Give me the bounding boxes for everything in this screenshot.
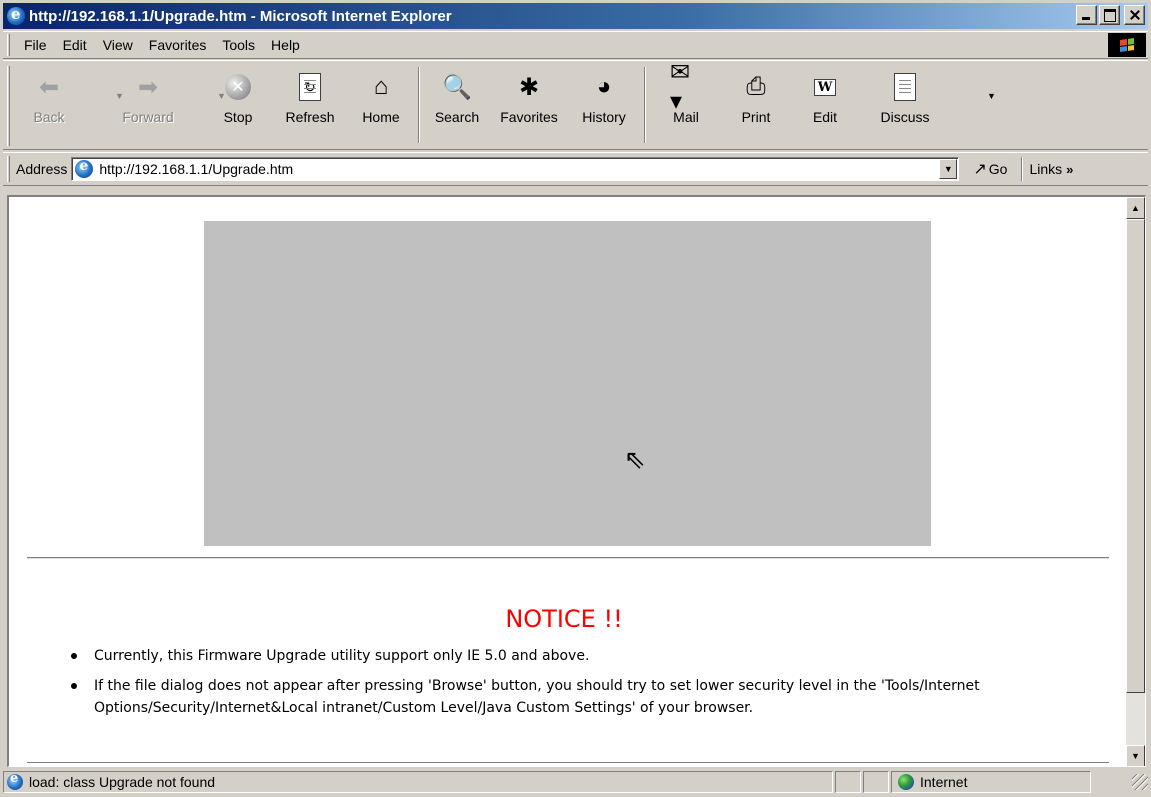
status-panel-security xyxy=(863,771,889,793)
horizontal-rule-bottom xyxy=(27,762,1109,764)
status-panel-progress xyxy=(835,771,861,793)
favorites-icon: ✱ xyxy=(518,73,540,101)
back-label: Back xyxy=(33,109,65,125)
notice-item: If the file dialog does not appear after… xyxy=(69,675,1109,719)
page-icon xyxy=(7,771,23,790)
links-label: Links xyxy=(1029,161,1063,177)
search-label: Search xyxy=(434,109,480,125)
stop-icon: ✕ xyxy=(222,71,254,103)
edit-label: Edit xyxy=(812,109,838,125)
toolbar-grip[interactable] xyxy=(7,66,10,146)
mouse-cursor-icon: ⇖ xyxy=(624,444,646,474)
search-button[interactable]: 🔍 Search xyxy=(426,61,488,126)
back-arrow-icon: ⬅ xyxy=(38,73,60,101)
minimize-button[interactable] xyxy=(1076,5,1097,25)
home-button[interactable]: ⌂ Home xyxy=(350,61,412,125)
print-label: Print xyxy=(741,109,771,125)
notice-list: Currently, this Firmware Upgrade utility… xyxy=(69,645,1109,727)
status-bar: load: class Upgrade not found Internet xyxy=(3,769,1148,795)
refresh-icon: ↻ xyxy=(294,71,326,103)
forward-arrow-icon: ➡ xyxy=(137,73,159,101)
mail-label: Mail xyxy=(673,109,699,125)
horizontal-rule xyxy=(27,557,1109,559)
edit-dropdown-icon[interactable]: ▼ xyxy=(987,91,996,101)
print-icon: ⎙ xyxy=(746,73,766,100)
go-button[interactable]: ↗ Go xyxy=(973,159,1007,179)
menu-tools[interactable]: Tools xyxy=(214,37,263,53)
page-icon xyxy=(75,158,94,178)
internet-globe-icon xyxy=(898,774,914,790)
title-bar[interactable]: http://192.168.1.1/Upgrade.htm - Microso… xyxy=(3,3,1148,29)
notice-heading: NOTICE !! xyxy=(505,605,623,633)
address-field[interactable]: ▼ xyxy=(71,157,960,181)
home-icon: ⌂ xyxy=(373,73,389,100)
history-label: History xyxy=(582,109,626,125)
menu-favorites[interactable]: Favorites xyxy=(141,37,215,53)
status-message-panel: load: class Upgrade not found xyxy=(3,771,833,793)
chevron-right-icon: » xyxy=(1066,161,1074,177)
status-message: load: class Upgrade not found xyxy=(29,774,216,790)
home-label: Home xyxy=(362,109,400,125)
print-button[interactable]: ⎙ Print xyxy=(720,61,792,125)
address-label: Address xyxy=(16,161,68,177)
standard-toolbar: ⬅ Back ▼ ➡ Forward ▼ ✕ Stop ↻ Refresh ⌂ … xyxy=(3,59,1148,150)
page-viewport[interactable]: ⇖ NOTICE !! Currently, this Firmware Upg… xyxy=(7,195,1146,767)
address-input[interactable] xyxy=(99,161,920,177)
links-button[interactable]: Links » xyxy=(1021,157,1073,181)
address-grip[interactable] xyxy=(7,156,10,182)
edit-button[interactable]: W Edit xyxy=(792,61,858,125)
notice-item: Currently, this Firmware Upgrade utility… xyxy=(69,645,1109,667)
browser-window: http://192.168.1.1/Upgrade.htm - Microso… xyxy=(0,0,1151,797)
stop-label: Stop xyxy=(223,109,253,125)
window-controls xyxy=(1074,5,1145,25)
edit-word-icon: W xyxy=(809,71,841,103)
menu-grip[interactable] xyxy=(7,34,10,56)
refresh-button[interactable]: ↻ Refresh xyxy=(270,61,350,125)
scroll-thumb[interactable] xyxy=(1126,219,1145,693)
maximize-button[interactable] xyxy=(1099,5,1120,25)
back-button[interactable]: ⬅ Back xyxy=(16,61,82,126)
mail-icon: ✉▾ xyxy=(670,59,691,115)
toolbar-separator xyxy=(418,67,420,143)
go-arrow-icon: ↗ xyxy=(973,161,987,178)
refresh-label: Refresh xyxy=(285,109,335,125)
address-dropdown-icon[interactable]: ▼ xyxy=(939,159,958,179)
windows-logo-icon xyxy=(1108,33,1146,57)
forward-button[interactable]: ➡ Forward xyxy=(100,61,196,126)
security-zone-panel[interactable]: Internet xyxy=(891,771,1091,793)
stop-button[interactable]: ✕ Stop xyxy=(210,61,266,125)
history-button[interactable]: ◕ History xyxy=(570,61,638,125)
toolbar-separator xyxy=(644,67,646,143)
java-applet-area[interactable]: ⇖ xyxy=(204,221,931,546)
close-button[interactable] xyxy=(1124,5,1145,25)
resize-grip[interactable] xyxy=(1132,774,1148,790)
menu-view[interactable]: View xyxy=(95,37,141,53)
vertical-scrollbar[interactable]: ▲ ▼ xyxy=(1126,197,1145,766)
menu-file[interactable]: File xyxy=(16,37,55,53)
scroll-down-button[interactable]: ▼ xyxy=(1126,745,1145,766)
favorites-button[interactable]: ✱ Favorites xyxy=(488,61,570,126)
menu-edit[interactable]: Edit xyxy=(55,37,95,53)
address-bar: Address ▼ ↗ Go Links » xyxy=(3,152,1148,186)
search-icon: 🔍 xyxy=(442,73,472,101)
window-title: http://192.168.1.1/Upgrade.htm - Microso… xyxy=(29,7,452,25)
ie-logo-icon[interactable] xyxy=(7,5,25,25)
favorites-label: Favorites xyxy=(500,109,558,125)
menu-bar: File Edit View Favorites Tools Help xyxy=(3,31,1148,59)
security-zone-label: Internet xyxy=(920,774,968,790)
discuss-label: Discuss xyxy=(880,109,930,125)
menu-help[interactable]: Help xyxy=(263,37,308,53)
go-label: Go xyxy=(988,161,1008,177)
forward-label: Forward xyxy=(122,109,174,125)
page-body: ⇖ NOTICE !! Currently, this Firmware Upg… xyxy=(9,197,1119,766)
mail-button[interactable]: ✉▾ Mail xyxy=(652,59,720,125)
history-icon: ◕ xyxy=(596,73,612,100)
scroll-up-button[interactable]: ▲ xyxy=(1126,197,1145,219)
discuss-icon xyxy=(889,71,921,103)
discuss-button[interactable]: Discuss xyxy=(868,61,942,125)
links-separator xyxy=(1021,157,1024,181)
